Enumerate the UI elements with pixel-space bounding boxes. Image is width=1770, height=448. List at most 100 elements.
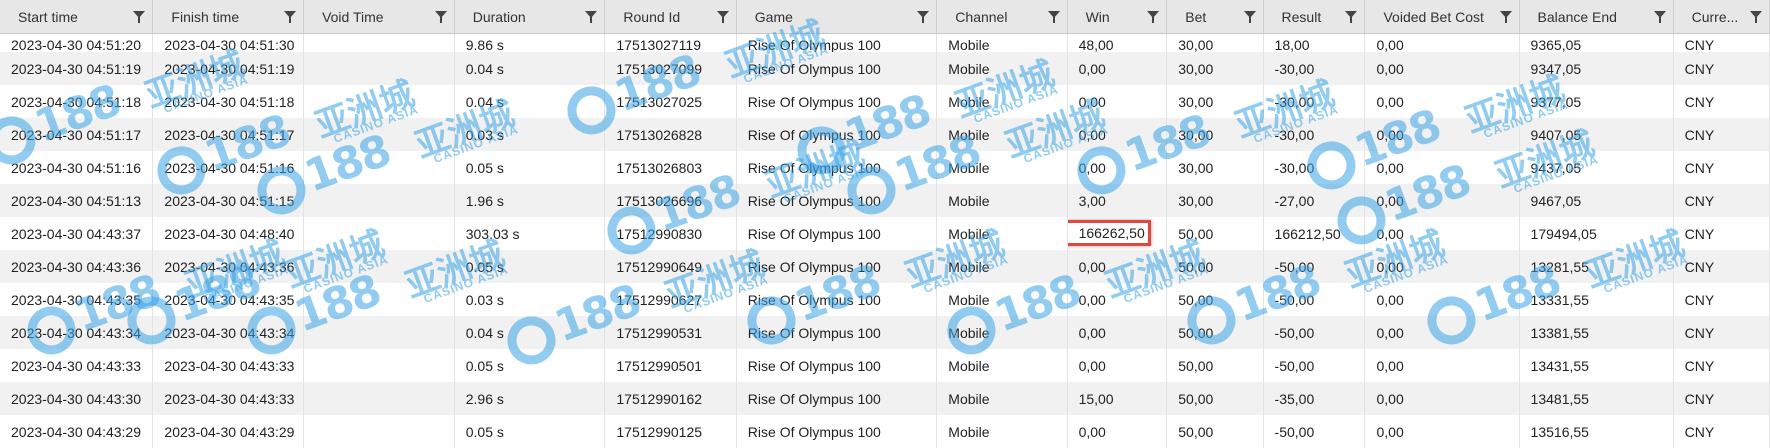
column-header[interactable]: Balance End [1519, 0, 1673, 34]
table-cell: -50,00 [1263, 283, 1365, 316]
table-cell [304, 118, 455, 151]
column-header[interactable]: Void Time [304, 0, 455, 34]
table-cell: 50,00 [1167, 382, 1263, 415]
table-row[interactable]: 2023-04-30 04:43:292023-04-30 04:43:290.… [0, 415, 1770, 448]
table-row[interactable]: 2023-04-30 04:51:162023-04-30 04:51:16 0.… [0, 151, 1770, 184]
table-row[interactable]: 2023-04-30 04:51:172023-04-30 04:51:170.… [0, 118, 1770, 151]
table-cell [304, 316, 455, 349]
filter-icon[interactable] [1500, 11, 1512, 18]
table-cell: 166212,50 [1263, 217, 1365, 250]
table-cell: 2023-04-30 04:51:16 [153, 151, 304, 184]
table-cell: 0,00 [1067, 52, 1167, 85]
column-header[interactable]: Start time [0, 0, 153, 34]
table-cell: 0,00 [1365, 118, 1519, 151]
table-cell: 2023-04-30 04:43:29 [0, 415, 153, 448]
column-header[interactable]: Win [1067, 0, 1167, 34]
table-cell: Mobile [937, 52, 1067, 85]
table-cell: CNY [1673, 85, 1769, 118]
filter-icon[interactable] [284, 11, 296, 18]
filter-icon[interactable] [717, 11, 729, 18]
filter-icon[interactable] [1147, 11, 1159, 18]
table-cell [304, 217, 455, 250]
table-cell: 17512990830 [605, 217, 736, 250]
table-cell: 13331,55 [1519, 283, 1673, 316]
table-cell: Mobile [937, 382, 1067, 415]
column-header[interactable]: Finish time [153, 0, 304, 34]
table-cell [304, 34, 455, 53]
table-cell: 17512990501 [605, 349, 736, 382]
highlighted-win-value: 166262,50 [1067, 220, 1151, 246]
table-cell: 0.05 s [454, 151, 605, 184]
table-cell: 50,00 [1167, 316, 1263, 349]
table-cell [304, 349, 455, 382]
table-cell: 13431,55 [1519, 349, 1673, 382]
table-cell: Mobile [937, 151, 1067, 184]
table-cell [304, 382, 455, 415]
column-header[interactable]: Round Id [605, 0, 736, 34]
table-row[interactable]: 2023-04-30 04:43:332023-04-30 04:43:330.… [0, 349, 1770, 382]
table-cell: Mobile [937, 415, 1067, 448]
table-cell: 2023-04-30 04:51:17 [153, 118, 304, 151]
table-cell: 2023-04-30 04:51:18 [153, 85, 304, 118]
table-row[interactable]: 2023-04-30 04:43:342023-04-30 04:43:340.… [0, 316, 1770, 349]
table-cell: 2023-04-30 04:51:16 [0, 151, 153, 184]
column-header[interactable]: Voided Bet Cost [1365, 0, 1519, 34]
table-cell: CNY [1673, 382, 1769, 415]
table-row[interactable]: 2023-04-30 04:51:132023-04-30 04:51:151.… [0, 184, 1770, 217]
table-cell: CNY [1673, 217, 1769, 250]
column-header[interactable]: Curre... [1673, 0, 1769, 34]
table-cell: 303.03 s [454, 217, 605, 250]
table-cell: 2023-04-30 04:51:20 [0, 34, 153, 53]
table-cell: CNY [1673, 250, 1769, 283]
table-cell: 9467,05 [1519, 184, 1673, 217]
table-cell: 2023-04-30 04:51:30 [153, 34, 304, 53]
table-row[interactable]: 2023-04-30 04:51:192023-04-30 04:51:190.… [0, 52, 1770, 85]
table-row[interactable]: 2023-04-30 04:43:302023-04-30 04:43:332.… [0, 382, 1770, 415]
table-cell: 13381,55 [1519, 316, 1673, 349]
table-cell: 0.03 s [454, 283, 605, 316]
table-cell: Rise Of Olympus 100 [736, 316, 937, 349]
filter-icon[interactable] [1345, 11, 1357, 18]
filter-icon[interactable] [917, 11, 929, 18]
filter-icon[interactable] [133, 11, 145, 18]
filter-icon[interactable] [585, 11, 597, 18]
table-cell: Rise Of Olympus 100 [736, 85, 937, 118]
table-cell: CNY [1673, 349, 1769, 382]
column-header[interactable]: Channel [937, 0, 1067, 34]
table-cell: 9377,05 [1519, 85, 1673, 118]
table-row[interactable]: 2023-04-30 04:43:372023-04-30 04:48:4030… [0, 217, 1770, 250]
table-row[interactable]: 2023-04-30 04:43:352023-04-30 04:43:350.… [0, 283, 1770, 316]
filter-icon[interactable] [1048, 11, 1060, 18]
table-row[interactable]: 2023-04-30 04:43:362023-04-30 04:43:360.… [0, 250, 1770, 283]
table-cell: 0,00 [1365, 52, 1519, 85]
table-row[interactable]: 2023-04-30 04:51:182023-04-30 04:51:180.… [0, 85, 1770, 118]
table-cell: 2023-04-30 04:43:37 [0, 217, 153, 250]
column-header[interactable]: Game [736, 0, 937, 34]
table-cell: 0.03 s [454, 118, 605, 151]
table-cell: 17512990531 [605, 316, 736, 349]
table-cell: 9.86 s [454, 34, 605, 53]
table-cell: 17513026803 [605, 151, 736, 184]
filter-icon[interactable] [435, 11, 447, 18]
table-cell: 9347,05 [1519, 52, 1673, 85]
column-header-label: Voided Bet Cost [1383, 9, 1483, 25]
table-row[interactable]: 2023-04-30 04:51:202023-04-30 04:51:30 9.… [0, 34, 1770, 53]
table-cell: CNY [1673, 151, 1769, 184]
table-cell: 2023-04-30 04:43:29 [153, 415, 304, 448]
column-header[interactable]: Duration [454, 0, 605, 34]
table-cell: Mobile [937, 283, 1067, 316]
filter-icon[interactable] [1244, 11, 1256, 18]
table-cell: 2023-04-30 04:51:15 [153, 184, 304, 217]
table-cell: 18,00 [1263, 34, 1365, 53]
filter-icon[interactable] [1654, 11, 1666, 18]
table-cell: 2023-04-30 04:43:36 [0, 250, 153, 283]
table-cell: 3,00 [1067, 184, 1167, 217]
column-header[interactable]: Bet [1167, 0, 1263, 34]
column-header-label: Result [1282, 9, 1322, 25]
table-cell: Mobile [937, 184, 1067, 217]
column-header-label: Finish time [171, 9, 239, 25]
table-cell: 17512990125 [605, 415, 736, 448]
table-cell: 0,00 [1365, 151, 1519, 184]
filter-icon[interactable] [1750, 11, 1762, 18]
column-header[interactable]: Result [1263, 0, 1365, 34]
